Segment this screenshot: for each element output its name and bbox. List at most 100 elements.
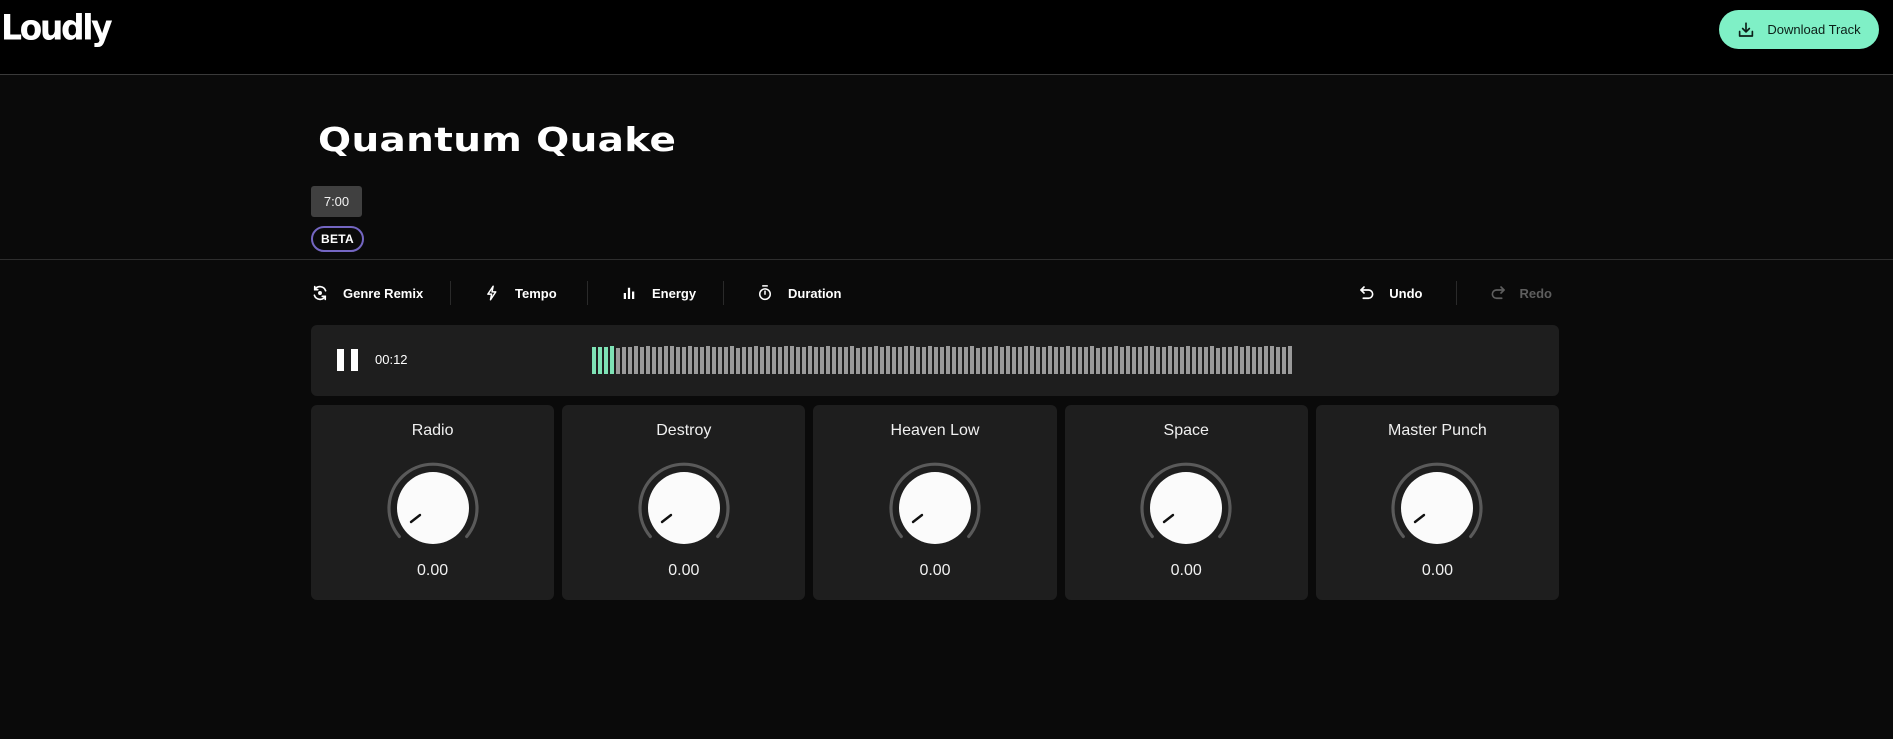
download-icon xyxy=(1739,21,1754,37)
waveform-bar xyxy=(1144,346,1148,374)
download-track-button[interactable]: Download Track xyxy=(1719,10,1879,49)
waveform-bar xyxy=(706,346,710,374)
waveform-bar xyxy=(1198,347,1202,374)
pause-button[interactable] xyxy=(337,349,358,371)
waveform-bar xyxy=(880,347,884,374)
waveform-bar xyxy=(1138,347,1142,374)
redo-button[interactable]: Redo xyxy=(1489,276,1560,310)
waveform-bar xyxy=(640,347,644,374)
knob-card: Space 0.00 xyxy=(1064,405,1308,600)
waveform-bar xyxy=(1024,346,1028,374)
waveform-bar xyxy=(1264,346,1268,374)
waveform-bar xyxy=(1234,346,1238,374)
waveform-bar xyxy=(952,347,956,374)
tempo-button[interactable]: Tempo xyxy=(451,276,587,310)
waveform-bar xyxy=(934,347,938,374)
waveform-bar xyxy=(1192,347,1196,374)
waveform-bar xyxy=(652,347,656,374)
knob-label: Space xyxy=(1163,422,1209,439)
knob-label: Master Punch xyxy=(1388,422,1487,439)
waveform-bar xyxy=(718,347,722,374)
knob-dial xyxy=(1150,472,1223,544)
waveform-bar xyxy=(976,348,980,374)
waveform-bar xyxy=(1162,347,1166,374)
knob-value: 0.00 xyxy=(1170,562,1202,579)
knob-dial xyxy=(396,472,469,544)
waveform-bar xyxy=(1120,347,1124,374)
bar-chart-icon xyxy=(623,287,635,299)
waveform-bar xyxy=(1102,347,1106,374)
waveform-bar xyxy=(688,346,692,374)
waveform-bar xyxy=(820,347,824,374)
current-time: 00:12 xyxy=(375,352,408,367)
waveform-bar xyxy=(748,347,752,374)
waveform-bar xyxy=(1210,346,1214,374)
energy-button[interactable]: Energy xyxy=(588,276,723,310)
waveform-bar xyxy=(1228,347,1232,374)
rotary-knob[interactable] xyxy=(1135,460,1237,552)
editor-toolbar: Genre Remix Tempo Energy Duration Undo R… xyxy=(311,276,1559,310)
waveform-bar-played xyxy=(610,346,614,374)
undo-button[interactable]: Undo xyxy=(1358,276,1423,310)
waveform-bar xyxy=(910,346,914,374)
knob-card: Radio 0.00 xyxy=(311,405,555,600)
waveform-bar xyxy=(772,347,776,374)
waveform-bar xyxy=(1000,347,1004,374)
waveform-bar-played xyxy=(604,347,608,374)
waveform-bar xyxy=(1282,347,1286,374)
waveform-bar xyxy=(1216,348,1220,374)
waveform-bar xyxy=(982,347,986,374)
waveform-bar xyxy=(700,347,704,374)
waveform-seekbar[interactable] xyxy=(592,345,1294,376)
waveform-bar xyxy=(670,346,674,374)
duration-button[interactable]: Duration xyxy=(724,276,841,310)
waveform-bar xyxy=(1042,347,1046,374)
rotary-knob[interactable] xyxy=(382,460,484,552)
waveform-bar xyxy=(1204,347,1208,374)
waveform-bar xyxy=(916,347,920,374)
waveform-bar xyxy=(736,348,740,374)
waveform-bar xyxy=(802,347,806,374)
knob-label: Radio xyxy=(411,422,454,439)
lightning-icon xyxy=(487,285,497,301)
knob-value: 0.00 xyxy=(417,562,449,579)
waveform-bar xyxy=(664,346,668,374)
rotary-knob[interactable] xyxy=(633,460,735,552)
loudly-logo[interactable]: Loudly xyxy=(1,7,113,48)
knob-value: 0.00 xyxy=(919,562,951,579)
waveform-bar xyxy=(844,347,848,374)
download-track-label: Download Track xyxy=(1767,22,1861,37)
waveform-bar xyxy=(808,346,812,374)
waveform-bar xyxy=(868,347,872,374)
waveform-bar xyxy=(1258,347,1262,374)
waveform-bar xyxy=(892,347,896,374)
waveform-bar xyxy=(1174,347,1178,374)
waveform-bar xyxy=(1096,348,1100,374)
waveform-bar xyxy=(1222,347,1226,374)
waveform-bar xyxy=(838,347,842,374)
waveform-bar xyxy=(814,347,818,374)
waveform-bar xyxy=(1240,347,1244,374)
waveform-bar xyxy=(1078,347,1082,374)
waveform-bar xyxy=(622,347,626,374)
redo-label: Redo xyxy=(1519,285,1553,301)
waveform-bar xyxy=(790,346,794,374)
waveform-bar xyxy=(676,347,680,374)
rotary-knob[interactable] xyxy=(884,460,986,552)
top-bar: Loudly Download Track xyxy=(0,0,1893,75)
waveform-bar xyxy=(1030,346,1034,374)
waveform-bar xyxy=(826,346,830,374)
waveform-bar xyxy=(886,346,890,374)
genre-remix-button[interactable]: Genre Remix xyxy=(311,276,450,310)
waveform-bar xyxy=(724,347,728,374)
waveform-bar xyxy=(850,346,854,374)
waveform-bar xyxy=(1012,347,1016,374)
toolbar-divider xyxy=(1455,281,1457,305)
waveform-bar xyxy=(946,346,950,374)
rotary-knob[interactable] xyxy=(1386,460,1488,552)
audio-player: 00:12 xyxy=(311,325,1559,396)
effects-knob-row: Radio 0.00 Destroy 0.00 Heaven Low 0.00 Space 0… xyxy=(311,405,1560,600)
waveform-bar xyxy=(1066,346,1070,374)
duration-chip: 7:00 xyxy=(311,186,362,217)
waveform-bar xyxy=(1288,346,1292,374)
